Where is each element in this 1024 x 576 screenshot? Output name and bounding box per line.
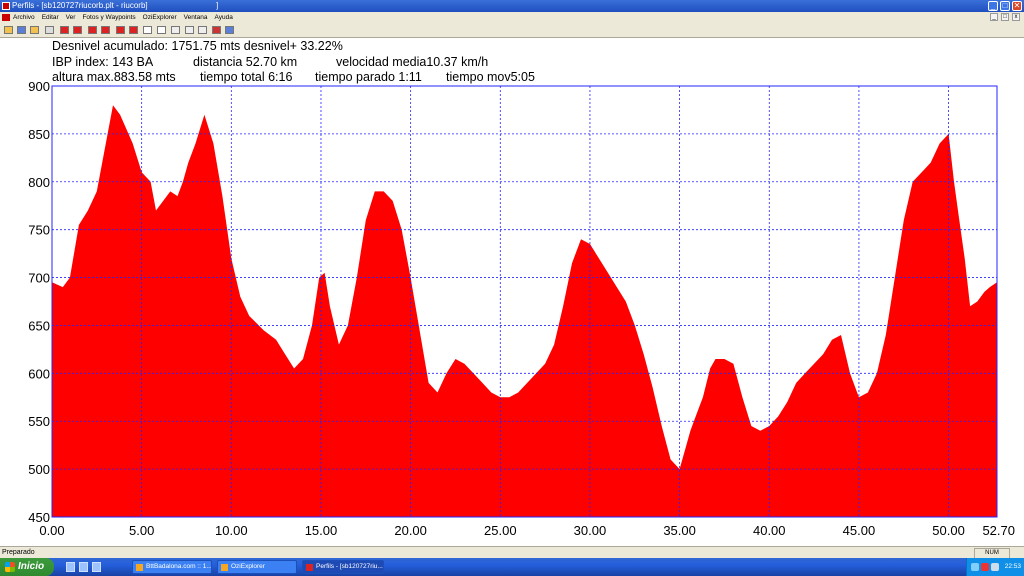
x-tick-label: 15.00 xyxy=(305,523,338,538)
mdi-minimize-button[interactable]: _ xyxy=(990,13,998,21)
menu-bar: Archivo Editar Ver Fotos y Waypoints Ozi… xyxy=(0,12,1024,23)
clock: 22:53 xyxy=(1004,563,1021,570)
oziexplorer-icon xyxy=(221,564,228,571)
mdi-close-button[interactable]: x xyxy=(1012,13,1020,21)
y-tick-label: 850 xyxy=(28,127,50,142)
window-title-suffix: ] xyxy=(216,1,219,10)
stat-speed: velocidad media10.37 km/h xyxy=(336,55,489,69)
system-tray: 22:53 xyxy=(966,558,1024,576)
chart-icon[interactable] xyxy=(88,26,97,34)
mdi-restore-button[interactable]: □ xyxy=(1001,13,1009,21)
x-tick-label: 45.00 xyxy=(843,523,876,538)
stat-max-altitude: altura max.883.58 mts xyxy=(52,70,176,84)
chart-icon[interactable] xyxy=(129,26,138,34)
menu-ventana[interactable]: Ventana xyxy=(184,12,208,23)
x-tick-label: 10.00 xyxy=(215,523,248,538)
chart-icon[interactable] xyxy=(116,26,125,34)
table-icon[interactable] xyxy=(157,26,166,34)
taskbar: Inicio BttBadalona.com :: 1... OziExplor… xyxy=(0,558,1024,576)
y-tick-label: 750 xyxy=(28,223,50,238)
desktop-icon[interactable] xyxy=(66,562,75,572)
browser-icon[interactable] xyxy=(79,562,88,572)
x-tick-label: 40.00 xyxy=(753,523,786,538)
menu-editar[interactable]: Editar xyxy=(42,12,59,23)
window-icon[interactable] xyxy=(225,26,234,34)
stat-stopped-time: tiempo parado 1:11 xyxy=(315,70,422,84)
browser-icon xyxy=(136,564,143,571)
volume-icon[interactable] xyxy=(991,563,999,571)
x-tick-label: 5.00 xyxy=(129,523,154,538)
profile-icon[interactable] xyxy=(171,26,180,34)
x-tick-label: 52.70 xyxy=(982,523,1015,538)
antivirus-icon[interactable] xyxy=(981,563,989,571)
x-tick-label: 20.00 xyxy=(394,523,427,538)
task-oziexplorer[interactable]: OziExplorer xyxy=(217,560,297,574)
menu-ayuda[interactable]: Ayuda xyxy=(215,12,233,23)
start-label: Inicio xyxy=(18,561,45,572)
profile-icon[interactable] xyxy=(185,26,194,34)
stats-line-1: Desnivel acumulado: 1751.75 mts desnivel… xyxy=(52,39,343,53)
stat-ibp: IBP index: 143 BA xyxy=(52,55,154,69)
y-tick-label: 650 xyxy=(28,318,50,333)
profile-panel: 450 500 550 600 650 700 750 800 850 900 0.00 5.00 10… xyxy=(0,38,1024,546)
print-icon[interactable] xyxy=(45,26,54,34)
task-label: Perfils - [sb120727riu... xyxy=(316,563,383,570)
elevation-area xyxy=(52,105,997,517)
window-title: Perfils - [sb120727riucorb.plt - riucorb… xyxy=(12,1,148,10)
x-tick-label: 30.00 xyxy=(574,523,607,538)
x-tick-label: 50.00 xyxy=(932,523,965,538)
task-label: OziExplorer xyxy=(231,563,265,570)
x-tick-label: 0.00 xyxy=(39,523,64,538)
save-icon[interactable] xyxy=(17,26,26,34)
x-tick-label: 35.00 xyxy=(663,523,696,538)
minimize-button[interactable]: _ xyxy=(988,1,998,11)
maximize-button[interactable]: □ xyxy=(1000,1,1010,11)
open-icon[interactable] xyxy=(4,26,13,34)
close-button[interactable]: ✕ xyxy=(1012,1,1022,11)
task-bttbadalona[interactable]: BttBadalona.com :: 1... xyxy=(132,560,212,574)
network-icon[interactable] xyxy=(971,563,979,571)
y-tick-label: 550 xyxy=(28,414,50,429)
menu-archivo[interactable]: Archivo xyxy=(13,12,35,23)
chart-icon[interactable] xyxy=(73,26,82,34)
menu-fotos-waypoints[interactable]: Fotos y Waypoints xyxy=(82,12,135,23)
stat-moving-time: tiempo mov5:05 xyxy=(446,70,535,84)
toolbar xyxy=(0,23,1024,38)
y-tick-label: 600 xyxy=(28,366,50,381)
folder-icon[interactable] xyxy=(30,26,39,34)
windows-logo-icon xyxy=(5,562,15,572)
document-icon[interactable] xyxy=(2,14,10,21)
task-perfils[interactable]: Perfils - [sb120727riu... xyxy=(302,560,384,574)
menu-oziexplorer[interactable]: OziExplorer xyxy=(143,12,177,23)
perfils-icon xyxy=(306,564,313,571)
x-tick-label: 25.00 xyxy=(484,523,517,538)
y-tick-label: 900 xyxy=(28,79,50,94)
profile-icon[interactable] xyxy=(198,26,207,34)
chart-icon[interactable] xyxy=(101,26,110,34)
app-icon xyxy=(2,2,10,10)
start-button[interactable]: Inicio xyxy=(0,558,54,576)
y-tick-label: 700 xyxy=(28,271,50,286)
menu-ver[interactable]: Ver xyxy=(66,12,76,23)
app-quicklaunch-icon[interactable] xyxy=(92,562,101,572)
y-tick-label: 800 xyxy=(28,175,50,190)
table-icon[interactable] xyxy=(143,26,152,34)
stat-distance: distancia 52.70 km xyxy=(193,55,298,69)
stat-total-time: tiempo total 6:16 xyxy=(200,70,293,84)
y-tick-label: 500 xyxy=(28,462,50,477)
flag-icon[interactable] xyxy=(212,26,221,34)
task-label: BttBadalona.com :: 1... xyxy=(146,563,212,570)
chart-icon[interactable] xyxy=(60,26,69,34)
elevation-chart: 4505005506006507007508008509000.00 5.00 10… xyxy=(28,79,1015,538)
window-titlebar[interactable]: Perfils - [sb120727riucorb.plt - riucorb… xyxy=(0,0,1024,12)
